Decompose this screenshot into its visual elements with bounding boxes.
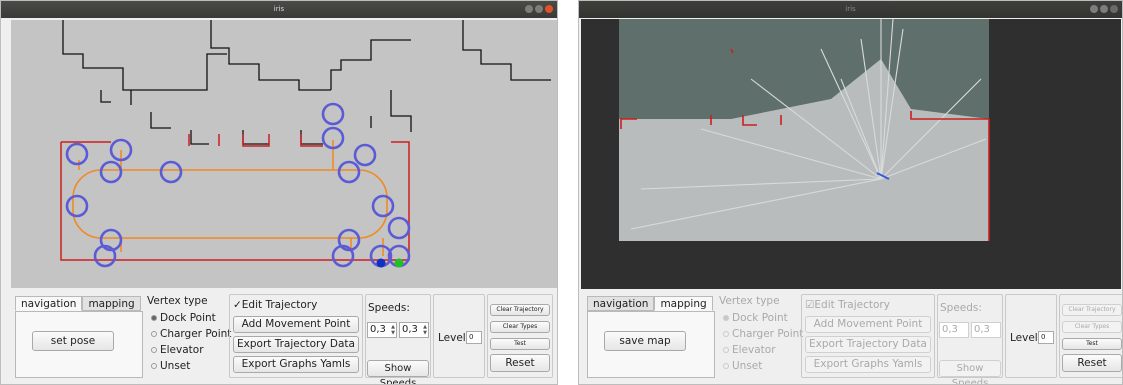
map-view[interactable] — [581, 19, 1121, 289]
radio-icon — [723, 363, 729, 369]
radio-unset[interactable]: Unset — [723, 360, 762, 372]
speeds-label: Speeds: — [368, 302, 410, 314]
close-button[interactable] — [545, 5, 553, 13]
waypoint-circles[interactable] — [65, 102, 411, 268]
test-button[interactable]: Test — [490, 338, 550, 350]
iris-window-navigation: iris navigation mapping set pose Vertex … — [0, 0, 558, 385]
reset-button[interactable]: Reset — [490, 354, 550, 372]
radio-unset[interactable]: Unset — [151, 360, 190, 372]
speeds-label: Speeds: — [940, 302, 982, 314]
radio-icon — [151, 363, 157, 369]
window-title: iris — [273, 5, 285, 13]
set-pose-button[interactable]: set pose — [32, 331, 114, 351]
tab-page: save map — [587, 311, 715, 378]
edit-trajectory-check[interactable]: ✓Edit Trajectory — [233, 299, 317, 311]
show-speeds-button[interactable]: Show Speeds — [939, 360, 1001, 384]
vertex-type-title: Vertex type — [719, 295, 780, 307]
clear-trajectory-button[interactable]: Clear Trajectory — [490, 304, 550, 316]
map-canvas[interactable] — [581, 19, 1121, 289]
clear-types-button[interactable]: Clear Types — [490, 321, 550, 333]
map-canvas[interactable] — [11, 20, 557, 288]
export-trajectory-data-button[interactable]: Export Trajectory Data — [805, 336, 931, 353]
radio-elevator[interactable]: Elevator — [151, 344, 204, 356]
control-panel: navigation mapping set pose Vertex type … — [11, 292, 555, 384]
speed-input-2[interactable]: 0,3 — [971, 322, 1001, 338]
add-movement-point-button[interactable]: Add Movement Point — [805, 316, 931, 333]
speed-input-1[interactable]: 0,3 ▲ ▼ — [367, 322, 397, 338]
radio-checked-icon — [723, 315, 729, 321]
start-marker — [376, 258, 386, 268]
close-button[interactable] — [1110, 5, 1118, 13]
edit-trajectory-check[interactable]: ☑Edit Trajectory — [805, 299, 890, 311]
window-title: iris — [845, 5, 856, 13]
control-panel: navigation mapping save map Vertex type … — [583, 292, 1122, 384]
level-label: Level: — [1010, 332, 1042, 344]
radio-charger-point[interactable]: Charger Point — [151, 328, 231, 340]
tab-mapping[interactable]: mapping — [654, 296, 713, 311]
speed-input-1[interactable]: 0,3 — [939, 322, 969, 338]
tab-bar: navigation mapping — [587, 296, 713, 311]
level-spinbox[interactable]: 0 — [466, 331, 482, 344]
radio-icon — [151, 347, 157, 353]
speed-input-2[interactable]: 0,3 ▲ ▼ — [399, 322, 429, 338]
minimize-button[interactable] — [525, 5, 533, 13]
map-view[interactable] — [11, 20, 557, 288]
radio-dock-point[interactable]: Dock Point — [151, 312, 216, 324]
maximize-button[interactable] — [1100, 5, 1108, 13]
radio-charger-point[interactable]: Charger Point — [723, 328, 803, 340]
building-outline — [62, 20, 551, 145]
radio-icon — [723, 331, 729, 337]
title-bar: iris — [579, 1, 1122, 18]
title-bar: iris — [1, 1, 557, 18]
radio-checked-icon — [151, 315, 157, 321]
end-marker — [394, 258, 404, 268]
iris-window-mapping: iris navigation mapping save map Vertex … — [578, 0, 1123, 385]
test-button[interactable]: Test — [1062, 338, 1122, 350]
export-trajectory-data-button[interactable]: Export Trajectory Data — [233, 336, 359, 353]
add-movement-point-button[interactable]: Add Movement Point — [233, 316, 359, 333]
radio-icon — [151, 331, 157, 337]
radio-dock-point[interactable]: Dock Point — [723, 312, 788, 324]
export-graphs-yamls-button[interactable]: Export Graphs Yamls — [805, 356, 931, 373]
maximize-button[interactable] — [535, 5, 543, 13]
radio-icon — [723, 347, 729, 353]
minimize-button[interactable] — [1090, 5, 1098, 13]
vertex-type-title: Vertex type — [147, 295, 208, 307]
tab-bar: navigation mapping — [15, 296, 141, 311]
export-graphs-yamls-button[interactable]: Export Graphs Yamls — [233, 356, 359, 373]
tab-navigation[interactable]: navigation — [587, 296, 655, 311]
level-label: Level: — [438, 332, 470, 344]
wall-lines — [60, 134, 410, 261]
tab-navigation[interactable]: navigation — [15, 296, 83, 311]
level-spinbox[interactable]: 0 — [1038, 331, 1054, 344]
save-map-button[interactable]: save map — [604, 331, 686, 351]
tab-page: set pose — [15, 311, 143, 378]
show-speeds-button[interactable]: Show Speeds — [367, 360, 429, 384]
reset-button[interactable]: Reset — [1062, 354, 1122, 372]
radio-elevator[interactable]: Elevator — [723, 344, 776, 356]
tab-mapping[interactable]: mapping — [82, 296, 141, 311]
